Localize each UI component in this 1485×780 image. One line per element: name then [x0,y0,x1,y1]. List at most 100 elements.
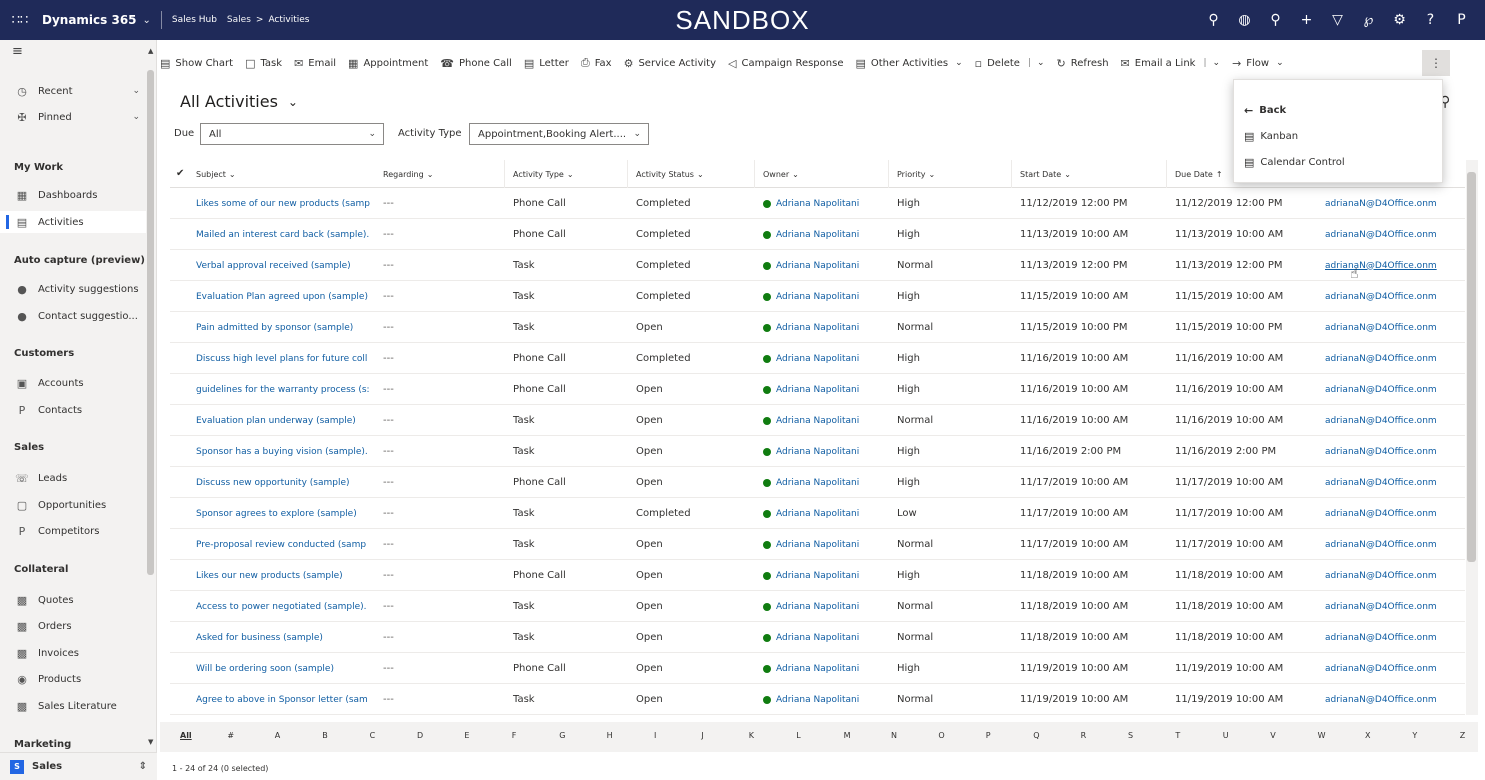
letter-filter[interactable]: E [464,731,469,740]
table-row[interactable]: Mailed an interest card back (sample). --… [170,219,1465,250]
cell-owner[interactable]: Adriana Napolitani [755,312,889,343]
letter-filter[interactable]: X [1365,731,1370,740]
lightbulb-icon[interactable]: ◍ [1229,12,1260,28]
cell-owner[interactable]: Adriana Napolitani [755,529,889,560]
fax-button[interactable]: ⎙ Fax [581,56,612,70]
cell-subject[interactable]: Discuss new opportunity (sample) [188,467,378,498]
cell-subject[interactable]: Evaluation Plan agreed upon (sample) [188,281,378,312]
more-commands-icon[interactable]: ⋮ [1422,50,1450,76]
table-row[interactable]: Likes some of our new products (samp --- P… [170,188,1465,219]
cell-owner-email[interactable]: adrianaN@D4Office.onm [1317,188,1465,219]
view-selector[interactable]: All Activities ⌄ [180,92,298,111]
letter-filter[interactable]: A [275,731,280,740]
email-link-more-button[interactable]: ⌄ [1213,58,1221,68]
cell-owner[interactable]: Adriana Napolitani [755,591,889,622]
letter-filter[interactable]: B [322,731,328,740]
task-icon[interactable]: ⚲ [1260,12,1291,28]
table-row[interactable]: guidelines for the warranty process (s: -… [170,374,1465,405]
column-header-activity-status[interactable]: Activity Status ⌄ [628,160,755,188]
cell-subject[interactable]: Verbal approval received (sample) [188,250,378,281]
hamburger-icon[interactable]: ≡ [0,40,156,62]
letter-filter[interactable]: Y [1412,731,1417,740]
breadcrumb-activities[interactable]: Activities [268,15,309,25]
letter-filter[interactable]: F [512,731,517,740]
sidebar-item-pinned[interactable]: ✠ Pinned ⌄ [0,106,146,128]
letter-filter[interactable]: Z [1460,731,1465,740]
cell-owner-email[interactable]: adrianaN@D4Office.onm [1317,436,1465,467]
sidebar-item-invoices[interactable]: ▩ Invoices [0,642,146,664]
table-row[interactable]: Likes our new products (sample) --- Phone … [170,560,1465,591]
table-row[interactable]: Discuss high level plans for future coll… [170,343,1465,374]
column-header-start-date[interactable]: Start Date ⌄ [1012,160,1167,188]
delete-more-button[interactable]: ⌄ [1037,58,1045,68]
show-chart-button[interactable]: ▤ Show Chart [160,57,233,70]
cell-subject[interactable]: Sponsor agrees to explore (sample) [188,498,378,529]
cell-owner-email[interactable]: adrianaN@D4Office.onm [1317,591,1465,622]
table-row[interactable]: Pain admitted by sponsor (sample) --- Task… [170,312,1465,343]
cell-subject[interactable]: Mailed an interest card back (sample). [188,219,378,250]
scroll-up-icon[interactable]: ▲ [148,47,153,55]
sidebar-item-leads[interactable]: ☏ Leads [0,467,146,489]
column-header-activity-type[interactable]: Activity Type ⌄ [505,160,628,188]
cell-subject[interactable]: Asked for business (sample) [188,622,378,653]
letter-filter[interactable]: D [417,731,423,740]
cell-owner[interactable]: Adriana Napolitani [755,622,889,653]
menu-item-calendar-control[interactable]: ▤ Calendar Control [1244,156,1345,169]
letter-filter[interactable]: U [1223,731,1229,740]
letter-filter[interactable]: I [654,731,656,740]
menu-item-kanban[interactable]: ▤ Kanban [1244,130,1298,143]
select-all-checkbox[interactable]: ✔ [176,168,184,179]
letter-filter[interactable]: S [1128,731,1133,740]
table-row[interactable]: Asked for business (sample) --- Task Open Ad… [170,622,1465,653]
hub-name[interactable]: Sales Hub [172,15,217,25]
email-link-button[interactable]: ✉ Email a Link [1121,57,1196,70]
phone-call-button[interactable]: ☎ Phone Call [440,57,512,70]
column-header-priority[interactable]: Priority ⌄ [889,160,1012,188]
cell-owner-email[interactable]: adrianaN@D4Office.onm [1317,467,1465,498]
table-row[interactable]: Sponsor agrees to explore (sample) --- Tas… [170,498,1465,529]
activity-type-filter-select[interactable]: Appointment,Booking Alert.... ⌄ [469,123,649,145]
area-switcher[interactable]: S Sales ⇕ [0,752,157,780]
sidebar-item-orders[interactable]: ▩ Orders [0,615,146,637]
app-launcher-icon[interactable]: ∷∷ [0,0,40,40]
cell-owner-email[interactable]: adrianaN@D4Office.onm [1317,405,1465,436]
chevron-down-icon[interactable]: ⌄ [143,15,151,26]
other-activities-button[interactable]: ▤ Other Activities ⌄ [855,57,962,70]
cell-subject[interactable]: Pre-proposal review conducted (samp [188,529,378,560]
letter-filter[interactable]: N [891,731,897,740]
cell-owner[interactable]: Adriana Napolitani [755,405,889,436]
letter-filter[interactable]: W [1318,731,1326,740]
letter-filter[interactable]: L [796,731,800,740]
cell-owner-email[interactable]: adrianaN@D4Office.onm [1317,622,1465,653]
cell-owner[interactable]: Adriana Napolitani [755,436,889,467]
letter-filter[interactable]: C [370,731,376,740]
sidebar-item-competitors[interactable]: Ρ Competitors [0,520,146,542]
letter-filter[interactable]: O [938,731,944,740]
table-row[interactable]: Verbal approval received (sample) --- Task… [170,250,1465,281]
appointment-button[interactable]: ▦ Appointment [348,57,428,70]
cell-owner[interactable]: Adriana Napolitani [755,343,889,374]
cell-owner-email[interactable]: adrianaN@D4Office.onm [1317,684,1465,715]
app-name[interactable]: Dynamics 365 [42,13,137,27]
cell-subject[interactable]: Access to power negotiated (sample). [188,591,378,622]
grid-scrollbar-thumb[interactable] [1467,172,1476,562]
sidebar-item-accounts[interactable]: ▣ Accounts [0,372,146,394]
menu-item-back[interactable]: ← Back [1244,104,1286,117]
sidebar-item-contacts[interactable]: Ρ Contacts [0,399,146,421]
cell-owner-email[interactable]: adrianaN@D4Office.onm [1317,498,1465,529]
gear-icon[interactable]: ⚙ [1384,12,1415,28]
cell-subject[interactable]: Will be ordering soon (sample) [188,653,378,684]
cell-subject[interactable]: Evaluation plan underway (sample) [188,405,378,436]
cell-subject[interactable]: Agree to above in Sponsor letter (sam [188,684,378,715]
table-row[interactable]: Will be ordering soon (sample) --- Phone C… [170,653,1465,684]
cell-owner-email[interactable]: adrianaN@D4Office.onm [1317,250,1465,281]
service-activity-button[interactable]: ⚙ Service Activity [624,57,716,70]
cell-owner-email[interactable]: adrianaN@D4Office.onm [1317,560,1465,591]
cell-owner[interactable]: Adriana Napolitani [755,250,889,281]
scroll-down-icon[interactable]: ▼ [148,738,153,746]
letter-button[interactable]: ▤ Letter [524,57,569,70]
cell-subject[interactable]: Discuss high level plans for future coll [188,343,378,374]
cell-owner-email[interactable]: adrianaN@D4Office.onm [1317,374,1465,405]
letter-filter[interactable]: J [701,731,703,740]
search-icon[interactable]: ⚲ [1198,12,1229,28]
